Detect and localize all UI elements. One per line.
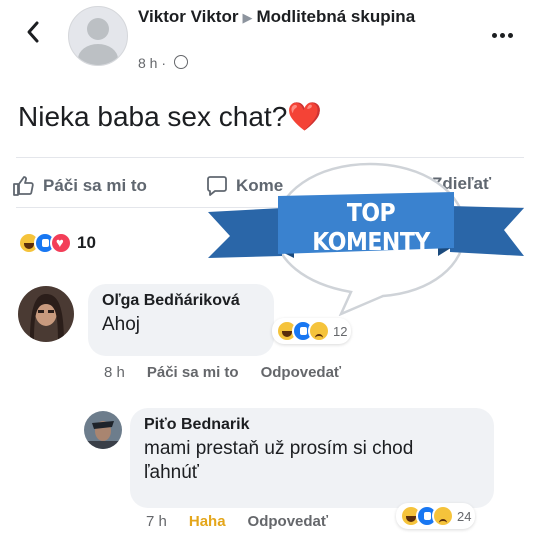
- dot: [492, 33, 497, 38]
- love-reaction-icon: [50, 232, 72, 254]
- comment-like-button[interactable]: Páči sa mi to: [147, 364, 239, 381]
- thumbs-up-icon: [13, 176, 34, 196]
- post-text: Nieka baba sex chat?❤️: [18, 101, 323, 132]
- comment-reactions[interactable]: 12: [272, 318, 352, 344]
- comment-text: Ahoj: [102, 314, 141, 335]
- chevron-left-icon: [27, 21, 39, 43]
- default-avatar-icon: [78, 18, 118, 65]
- reply-text-line-1: mami prestaň už prosím si chod: [144, 438, 414, 459]
- globe-icon: [173, 55, 188, 69]
- back-button[interactable]: [22, 14, 46, 50]
- reply-footer: 7 h Haha Odpovedať: [146, 513, 328, 530]
- profile-photo: [18, 286, 74, 342]
- reply-author[interactable]: Piťo Bednarik: [144, 416, 480, 434]
- reply-haha-button[interactable]: Haha: [189, 513, 226, 530]
- post-author-line: Viktor Viktor ▶ Modlitebná skupina: [138, 6, 468, 29]
- reply-time: 7 h: [146, 513, 167, 530]
- reply-text-line-2: ľahnúť: [144, 462, 199, 483]
- author-avatar[interactable]: [68, 6, 128, 66]
- profile-photo: [84, 411, 122, 449]
- reply-reactions[interactable]: 24: [396, 503, 476, 529]
- comment-footer: 8 h Páči sa mi to Odpovedať: [104, 364, 341, 381]
- comment-time: 8 h: [104, 364, 125, 381]
- reply-reaction-count: 24: [457, 508, 472, 524]
- like-label: Páči sa mi to: [43, 176, 147, 195]
- more-options-button[interactable]: [492, 25, 516, 43]
- triangle-right-icon: ▶: [242, 10, 253, 25]
- sad-reaction-icon: [308, 320, 330, 342]
- author-name[interactable]: Viktor Viktor: [138, 7, 238, 26]
- dot: [508, 33, 513, 38]
- top-comments-banner-text: TOP KOMENTY: [312, 199, 430, 257]
- sad-reaction-icon: [432, 505, 454, 527]
- reply-reply-button[interactable]: Odpovedať: [248, 513, 329, 530]
- reply-bubble: Piťo Bednarik mami prestaň už prosím si …: [130, 408, 494, 508]
- post-meta: 8 h ·: [138, 55, 188, 71]
- dot: [500, 33, 505, 38]
- reactions-summary[interactable]: 10: [18, 232, 96, 254]
- comment-author[interactable]: Oľga Bedňáriková: [102, 292, 260, 310]
- reactions-count: 10: [77, 233, 96, 252]
- post-time: 8 h ·: [138, 55, 167, 71]
- like-action[interactable]: Páči sa mi to: [12, 174, 147, 198]
- reply-author-avatar[interactable]: [84, 411, 122, 449]
- comment-reply-button[interactable]: Odpovedať: [261, 364, 342, 381]
- group-name[interactable]: Modlitebná skupina: [256, 7, 415, 26]
- commenter-avatar[interactable]: [18, 286, 74, 342]
- comment-bubble: Oľga Bedňáriková Ahoj: [88, 284, 274, 356]
- comment-reaction-count: 12: [333, 323, 348, 339]
